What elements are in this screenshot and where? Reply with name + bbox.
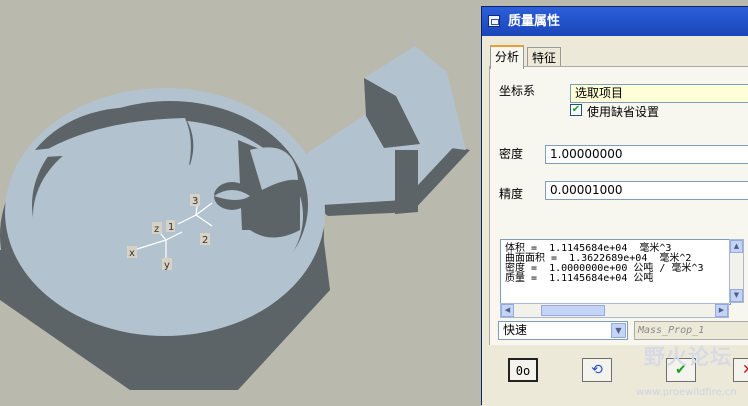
tab-analysis[interactable]: 分析 bbox=[490, 45, 525, 69]
cancel-button[interactable]: ✕ bbox=[733, 358, 748, 382]
analysis-name-input[interactable]: Mass_Prop_1 bbox=[634, 321, 748, 340]
preview-button[interactable]: 0o bbox=[508, 358, 538, 382]
axis-label-3: 3 bbox=[192, 196, 198, 207]
scroll-left-icon[interactable]: ◀ bbox=[501, 304, 514, 317]
mode-dropdown-value: 快速 bbox=[503, 323, 528, 337]
mode-dropdown[interactable]: 快速 ▼ bbox=[498, 321, 628, 340]
axis-label-y: y bbox=[164, 260, 170, 271]
scroll-up-icon[interactable]: ▲ bbox=[730, 240, 743, 253]
density-input[interactable]: 1.00000000 bbox=[545, 145, 748, 164]
coord-system-label: 坐标系 bbox=[499, 84, 536, 98]
use-default-label: 使用缺省设置 bbox=[587, 105, 660, 119]
recalculate-button[interactable]: ⟲ bbox=[582, 358, 612, 382]
precision-input[interactable]: 0.00001000 bbox=[545, 181, 748, 200]
density-label: 密度 bbox=[499, 147, 524, 161]
analysis-panel: 坐标系 选取项目 ✔ 使用缺省设置 密度 1.00000000 精度 0.000… bbox=[489, 66, 748, 347]
results-textarea[interactable]: 体积 = 1.1145684e+04 毫米^3 曲面面积 = 1.3622689… bbox=[500, 239, 731, 305]
axis-label-z: z bbox=[154, 224, 159, 235]
scroll-thumb[interactable] bbox=[541, 305, 605, 316]
chevron-down-icon[interactable]: ▼ bbox=[611, 323, 626, 338]
coord-system-selector[interactable]: 选取项目 bbox=[570, 84, 748, 103]
scroll-down-icon[interactable]: ▼ bbox=[730, 289, 743, 302]
axis-label-x: x bbox=[129, 248, 135, 259]
dialog-title-bar[interactable]: 质量属性 bbox=[482, 7, 748, 36]
results-vertical-scrollbar[interactable]: ▲ ▼ bbox=[729, 239, 744, 303]
window-icon bbox=[488, 15, 500, 27]
watermark-url: www.proewildfire.cn bbox=[636, 387, 737, 398]
precision-label: 精度 bbox=[499, 187, 524, 201]
use-default-checkbox[interactable]: ✔ bbox=[570, 104, 582, 116]
result-mass: 质量 = 1.1145684e+04 公吨 bbox=[505, 273, 654, 284]
axis-label-2: 2 bbox=[202, 235, 208, 246]
watermark-logo: 野火论坛 bbox=[644, 345, 732, 369]
tab-features[interactable]: 特征 bbox=[527, 47, 562, 68]
results-horizontal-scrollbar[interactable]: ◀ ▶ bbox=[500, 303, 729, 318]
axis-label-1: 1 bbox=[168, 222, 174, 233]
dialog-title: 质量属性 bbox=[508, 14, 561, 29]
scroll-right-icon[interactable]: ▶ bbox=[715, 304, 728, 317]
